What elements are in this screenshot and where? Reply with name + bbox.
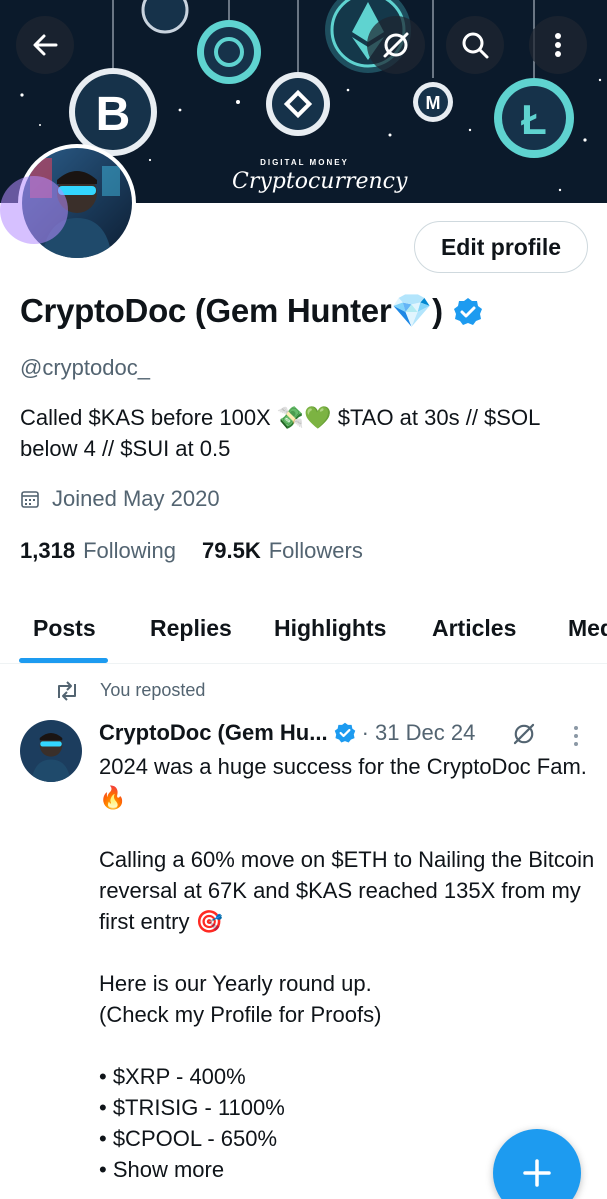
bitcoin-coin: B: [69, 68, 157, 156]
post-line: 2024 was a huge success for the CryptoDo…: [99, 754, 587, 810]
plus-icon: [523, 1159, 551, 1187]
followers-stat[interactable]: 79.5K Followers: [202, 538, 363, 564]
svg-text:B: B: [96, 88, 131, 141]
post-author-name[interactable]: CryptoDoc (Gem Hu...: [99, 720, 328, 746]
following-count: 1,318: [20, 538, 76, 563]
svg-text:M: M: [426, 93, 441, 113]
post-verified-badge-icon: [334, 722, 355, 743]
litecoin-coin: Ł: [494, 78, 574, 158]
profile-handle: @cryptodoc_: [20, 355, 150, 380]
repost-indicator: You reposted: [54, 680, 205, 701]
profile-tabs: Posts Replies Highlights Articles Media: [0, 600, 607, 664]
repost-label: You reposted: [100, 680, 206, 700]
tab-highlights[interactable]: Highlights: [274, 615, 386, 642]
post-line: Here is our Yearly round up.: [99, 971, 372, 996]
grok-icon: [383, 32, 409, 58]
followers-label: Followers: [268, 538, 363, 563]
cardano-coin: [141, 0, 189, 34]
post-line: [99, 1030, 599, 1061]
grok-button[interactable]: [367, 16, 425, 74]
profile-bio: Called $KAS before 100X 💸💚 $TAO at 30s /…: [20, 405, 540, 461]
more-button[interactable]: [529, 16, 587, 74]
joined-row: Joined May 2020: [20, 486, 220, 512]
svg-text:Ł: Ł: [521, 96, 547, 143]
follow-stats: 1,318 Following 79.5K Followers: [20, 538, 389, 564]
joined-date: Joined May 2020: [52, 486, 220, 511]
post-line: [99, 813, 599, 844]
post-line: Calling a 60% move on $ETH to Nailing th…: [99, 847, 595, 934]
post-text[interactable]: 2024 was a huge success for the CryptoDo…: [99, 751, 599, 1185]
binance-coin: [266, 72, 330, 136]
post-more-icon[interactable]: [566, 722, 586, 750]
active-tab-indicator: [19, 658, 108, 663]
post-header: CryptoDoc (Gem Hu... · 31 Dec 24: [99, 720, 475, 746]
post-line: (Check my Profile for Proofs): [99, 1002, 382, 1027]
calendar-icon: [21, 491, 39, 508]
post-line: [99, 937, 599, 968]
search-icon: [462, 32, 489, 59]
banner-subtitle: DIGITAL MONEY: [260, 158, 349, 167]
back-button[interactable]: [16, 16, 74, 74]
search-button[interactable]: [446, 16, 504, 74]
edit-profile-button[interactable]: Edit profile: [414, 221, 588, 273]
ripple-coin: [197, 20, 261, 84]
post-date[interactable]: · 31 Dec 24: [362, 720, 476, 746]
post-author-avatar[interactable]: [20, 720, 82, 782]
monero-coin: M: [413, 82, 453, 122]
verified-badge-icon[interactable]: [453, 297, 483, 327]
followers-count: 79.5K: [202, 538, 261, 563]
tab-replies[interactable]: Replies: [150, 615, 232, 642]
avatar-overlay-badge: [0, 176, 68, 244]
post-grok-icon[interactable]: [510, 720, 538, 748]
following-label: Following: [83, 538, 176, 563]
banner-title: Cryptocurrency: [232, 169, 408, 194]
post-avatar-image: [20, 720, 82, 782]
repost-icon: [58, 680, 76, 701]
banner-caption: DIGITAL MONEY Cryptocurrency: [232, 158, 408, 194]
back-arrow-icon: [33, 34, 58, 56]
post-line: • $TRISIG - 1100%: [99, 1095, 285, 1120]
following-stat[interactable]: 1,318 Following: [20, 538, 176, 564]
tab-articles[interactable]: Articles: [432, 615, 516, 642]
tab-media[interactable]: Media: [568, 615, 607, 642]
more-vertical-icon: [555, 33, 561, 57]
display-name: CryptoDoc (Gem Hunter💎): [20, 292, 443, 329]
post-line: • $XRP - 400%: [99, 1064, 246, 1089]
profile-name-row: CryptoDoc (Gem Hunter💎): [20, 292, 483, 331]
tab-posts[interactable]: Posts: [33, 615, 96, 642]
